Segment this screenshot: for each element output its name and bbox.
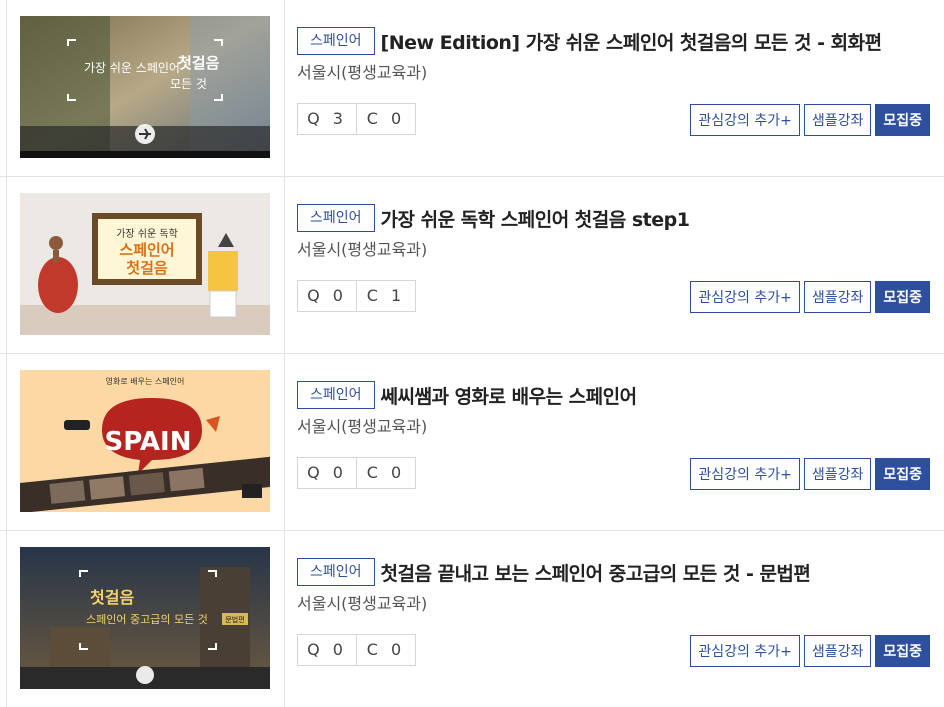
thumb-main-text: 스페인어 중고급의 모든 것 — [86, 613, 208, 626]
course-org: 서울시(평생교육과) — [297, 417, 428, 436]
comment-count: C 0 — [356, 635, 415, 665]
recruiting-button[interactable]: 모집중 — [875, 104, 930, 136]
question-count: Q 3 — [307, 109, 347, 128]
thumbnail-cell: 가장 쉬운 스페인어 첫걸음 모든 것 — [6, 0, 285, 176]
category-badge: 스페인어 — [297, 27, 375, 55]
thumb-top-text: 영화로 배우는 스페인어 — [106, 376, 185, 386]
add-wishlist-button[interactable]: 관심강의 추가+ — [690, 635, 800, 667]
add-wishlist-button[interactable]: 관심강의 추가+ — [690, 281, 800, 313]
action-buttons: 관심강의 추가+ 샘플강좌 모집중 — [690, 281, 930, 313]
question-count: Q 0 — [307, 640, 347, 659]
course-list: 가장 쉬운 스페인어 첫걸음 모든 것 스페인어 [New Edition] 가… — [0, 0, 944, 707]
thumb-accent-text: 첫걸음 — [90, 588, 134, 607]
recruiting-button[interactable]: 모집중 — [875, 458, 930, 490]
category-badge: 스페인어 — [297, 381, 375, 409]
qc-counter: Q 0 C 0 — [297, 634, 416, 666]
action-buttons: 관심강의 추가+ 샘플강좌 모집중 — [690, 104, 930, 136]
course-info: 스페인어 쎄씨쌤과 영화로 배우는 스페인어 서울시(평생교육과) Q 0 C … — [297, 354, 944, 530]
category-badge: 스페인어 — [297, 558, 375, 586]
airplane-icon — [136, 666, 154, 684]
course-thumbnail[interactable]: 가장 쉬운 스페인어 첫걸음 모든 것 — [20, 16, 270, 158]
qc-counter: Q 3 C 0 — [297, 103, 416, 135]
thumb-sub-text: 모든 것 — [170, 77, 207, 91]
course-title[interactable]: [New Edition] 가장 쉬운 스페인어 첫걸음의 모든 것 - 회화편 — [381, 28, 883, 55]
course-info: 스페인어 가장 쉬운 독학 스페인어 첫걸음 step1 서울시(평생교육과) … — [297, 177, 944, 353]
title-line: 스페인어 가장 쉬운 독학 스페인어 첫걸음 step1 — [297, 204, 690, 232]
thumb-main-text: 가장 쉬운 스페인어 — [84, 61, 180, 75]
action-buttons: 관심강의 추가+ 샘플강좌 모집중 — [690, 458, 930, 490]
thumb-line1: 가장 쉬운 독학 — [116, 228, 178, 240]
sample-lecture-button[interactable]: 샘플강좌 — [803, 281, 872, 313]
thumb-accent-text: 첫걸음 — [178, 54, 220, 72]
sample-lecture-button[interactable]: 샘플강좌 — [803, 635, 872, 667]
comment-count: C 0 — [356, 458, 415, 488]
thumb-line3: 첫걸음 — [126, 259, 168, 277]
thumbnail-cell: 첫걸음 스페인어 중고급의 모든 것 문법편 — [6, 531, 285, 707]
course-row: 가장 쉬운 스페인어 첫걸음 모든 것 스페인어 [New Edition] 가… — [0, 0, 944, 177]
course-org: 서울시(평생교육과) — [297, 240, 428, 259]
add-wishlist-button[interactable]: 관심강의 추가+ — [690, 458, 800, 490]
course-thumbnail[interactable]: 가장 쉬운 독학 스페인어 첫걸음 — [20, 193, 270, 335]
qc-counter: Q 0 C 0 — [297, 457, 416, 489]
add-wishlist-button[interactable]: 관심강의 추가+ — [690, 104, 800, 136]
thumbnail-cell: 영화로 배우는 스페인어 SPAIN — [6, 354, 285, 530]
title-line: 스페인어 [New Edition] 가장 쉬운 스페인어 첫걸음의 모든 것 … — [297, 27, 882, 55]
recruiting-button[interactable]: 모집중 — [875, 635, 930, 667]
course-org: 서울시(평생교육과) — [297, 594, 428, 613]
sample-lecture-button[interactable]: 샘플강좌 — [803, 104, 872, 136]
course-title[interactable]: 첫걸음 끝내고 보는 스페인어 중고급의 모든 것 - 문법편 — [381, 559, 811, 586]
title-line: 스페인어 쎄씨쌤과 영화로 배우는 스페인어 — [297, 381, 637, 409]
action-buttons: 관심강의 추가+ 샘플강좌 모집중 — [690, 635, 930, 667]
course-info: 스페인어 첫걸음 끝내고 보는 스페인어 중고급의 모든 것 - 문법편 서울시… — [297, 531, 944, 707]
thumb-bubble-text: SPAIN — [105, 427, 192, 457]
thumb-tag-text: 문법편 — [225, 615, 244, 624]
thumbnail-cell: 가장 쉬운 독학 스페인어 첫걸음 — [6, 177, 285, 353]
recruiting-button[interactable]: 모집중 — [875, 281, 930, 313]
qc-counter: Q 0 C 1 — [297, 280, 416, 312]
sample-lecture-button[interactable]: 샘플강좌 — [803, 458, 872, 490]
category-badge: 스페인어 — [297, 204, 375, 232]
course-row: 영화로 배우는 스페인어 SPAIN 스페인어 쎄씨쌤과 영화로 배우는 스페인… — [0, 354, 944, 531]
course-thumbnail[interactable]: 첫걸음 스페인어 중고급의 모든 것 문법편 — [20, 547, 270, 689]
course-title[interactable]: 가장 쉬운 독학 스페인어 첫걸음 step1 — [381, 205, 690, 232]
course-org: 서울시(평생교육과) — [297, 63, 428, 82]
question-count: Q 0 — [307, 463, 347, 482]
title-line: 스페인어 첫걸음 끝내고 보는 스페인어 중고급의 모든 것 - 문법편 — [297, 558, 811, 586]
question-count: Q 0 — [307, 286, 347, 305]
comment-count: C 0 — [356, 104, 415, 134]
comment-count: C 1 — [356, 281, 415, 311]
course-title[interactable]: 쎄씨쌤과 영화로 배우는 스페인어 — [381, 382, 638, 409]
thumb-line2: 스페인어 — [119, 241, 174, 259]
course-row: 첫걸음 스페인어 중고급의 모든 것 문법편 스페인어 첫걸음 끝내고 보는 스… — [0, 531, 944, 707]
course-info: 스페인어 [New Edition] 가장 쉬운 스페인어 첫걸음의 모든 것 … — [297, 0, 944, 176]
course-row: 가장 쉬운 독학 스페인어 첫걸음 스페인어 가장 쉬운 독학 스페인어 첫걸음… — [0, 177, 944, 354]
course-thumbnail[interactable]: 영화로 배우는 스페인어 SPAIN — [20, 370, 270, 512]
